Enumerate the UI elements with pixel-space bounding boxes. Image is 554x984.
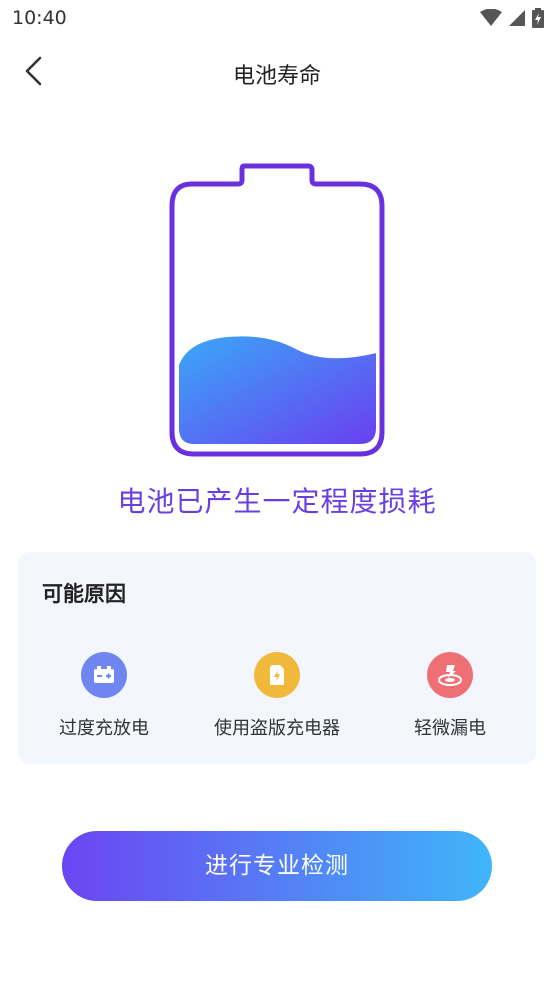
battery-icon bbox=[169, 163, 385, 457]
battery-charge-icon bbox=[81, 652, 127, 698]
signal-icon bbox=[509, 10, 525, 26]
status-time: 10:40 bbox=[12, 7, 67, 29]
wifi-icon bbox=[480, 9, 502, 26]
possible-reasons-card: 可能原因 过度充放电 使用盗版充电器 轻微漏电 bbox=[18, 552, 536, 764]
battery-liquid bbox=[179, 336, 376, 444]
battery-illustration bbox=[166, 162, 388, 460]
reasons-title: 可能原因 bbox=[42, 582, 126, 606]
battery-status-icon bbox=[532, 8, 544, 28]
header: 电池寿命 bbox=[0, 40, 554, 104]
charger-icon bbox=[254, 652, 300, 698]
reason-item-overcharge: 过度充放电 bbox=[18, 652, 190, 740]
reason-item-pirated-charger: 使用盗版充电器 bbox=[191, 652, 363, 740]
page-title: 电池寿命 bbox=[232, 64, 321, 89]
reason-label: 使用盗版充电器 bbox=[214, 718, 340, 739]
status-bar: 10:40 bbox=[0, 0, 554, 38]
reason-label: 轻微漏电 bbox=[414, 718, 486, 739]
leak-icon bbox=[427, 652, 473, 698]
status-icons bbox=[480, 8, 544, 28]
reason-label: 过度充放电 bbox=[59, 718, 149, 739]
professional-check-button[interactable]: 进行专业检测 bbox=[62, 831, 492, 901]
battery-status-message: 电池已产生一定程度损耗 bbox=[117, 485, 437, 518]
reason-item-leakage: 轻微漏电 bbox=[364, 652, 536, 740]
